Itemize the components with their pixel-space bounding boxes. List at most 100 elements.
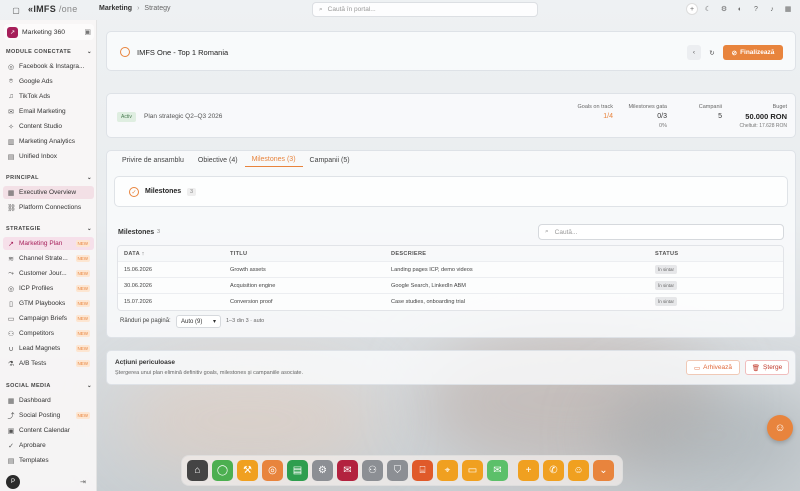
target-icon: [120, 47, 130, 57]
table-row[interactable]: 15.06.2026 Growth assets Landing pages I…: [118, 262, 783, 278]
milestones-pct: 0%: [659, 123, 667, 129]
workspace-icon: ↗: [7, 26, 18, 38]
users-icon[interactable]: ⚇: [362, 460, 383, 481]
sidebar-item-facebook[interactable]: ◎ Facebook & Instagra...: [3, 60, 94, 73]
pagination-range: 1–3 din 3 · auto: [226, 318, 265, 324]
budget-label: Buget: [772, 104, 787, 110]
section-title-strategie: STRATEGIE ⌄: [6, 226, 92, 232]
sidebar-item-content-calendar[interactable]: ▣ Content Calendar: [3, 424, 94, 437]
table-row[interactable]: 30.06.2026 Acquisition engine Google Sea…: [118, 278, 783, 294]
moon-icon[interactable]: ☾: [702, 3, 714, 15]
tab-overview[interactable]: Privire de ansamblu: [115, 153, 191, 167]
sparkle-icon: ✧: [8, 123, 14, 131]
sidebar-item-dashboard[interactable]: ▦ Dashboard: [3, 394, 94, 407]
delete-button[interactable]: 🗑 Șterge: [745, 360, 789, 375]
hammer-icon[interactable]: ⚒: [237, 460, 258, 481]
budget-spent: Cheltuit: 17.628 RON: [739, 123, 787, 129]
column-title[interactable]: TITLU: [230, 251, 391, 257]
check-circle-icon: ⊘: [731, 49, 738, 57]
logout-icon[interactable]: ⇥: [80, 478, 86, 486]
section-title-social: SOCIAL MEDIA ⌄: [6, 383, 92, 389]
search-placeholder: Caută în portal...: [327, 6, 376, 13]
clipboard-icon[interactable]: ▤: [287, 460, 308, 481]
sidebar-item-campaign-briefs[interactable]: ▭ Campaign Briefs NEW: [3, 312, 94, 325]
phone-icon[interactable]: ✆: [543, 460, 564, 481]
sidebar-item-email[interactable]: ✉ Email Marketing: [3, 105, 94, 118]
search-icon: ⌕: [545, 228, 549, 235]
sidebar-item-icp-profiles[interactable]: ◎ ICP Profiles NEW: [3, 282, 94, 295]
column-description[interactable]: DESCRIERE: [391, 251, 655, 257]
sidebar-item-competitors[interactable]: ⚇ Competitors NEW: [3, 327, 94, 340]
home-icon[interactable]: ⌂: [187, 460, 208, 481]
sidebar-item-google-ads[interactable]: ⌾ Google Ads: [3, 75, 94, 88]
chevron-down-icon[interactable]: ⌄: [593, 460, 614, 481]
global-search-input[interactable]: ⌕ Caută în portal...: [312, 2, 538, 17]
section-title-connected: MODULE CONECTATE ⌄: [6, 49, 92, 55]
add-icon[interactable]: +: [518, 460, 539, 481]
sidebar-item-executive-overview[interactable]: ▦ Executive Overview: [3, 186, 94, 199]
bell-icon[interactable]: ♪: [766, 3, 778, 15]
back-button[interactable]: ‹: [687, 45, 701, 60]
sidebar-item-analytics[interactable]: ▥ Marketing Analytics: [3, 135, 94, 148]
row-description: Case studies, onboarding trial: [391, 299, 466, 305]
plus-icon[interactable]: +: [686, 3, 698, 15]
target-icon[interactable]: ◎: [262, 460, 283, 481]
envelope-icon[interactable]: ✉: [487, 460, 508, 481]
sidebar-item-gtm-playbooks[interactable]: ▯ GTM Playbooks NEW: [3, 297, 94, 310]
chat-icon[interactable]: ◯: [212, 460, 233, 481]
shield-icon[interactable]: ⛉: [387, 460, 408, 481]
rows-per-page-select[interactable]: Auto (9) ▾: [176, 315, 221, 328]
table-search-input[interactable]: ⌕ Caută...: [538, 224, 784, 240]
milestones-table: DATA ↑ TITLU DESCRIERE STATUS 15.06.2026…: [117, 245, 784, 311]
row-date: 15.06.2026: [124, 266, 152, 273]
avatar[interactable]: P: [6, 475, 20, 489]
new-badge: NEW: [75, 270, 90, 277]
layout-icon[interactable]: ▣: [84, 28, 91, 36]
help-icon[interactable]: ?: [750, 3, 762, 15]
sidebar-item-marketing-plan[interactable]: ↗ Marketing Plan NEW: [3, 237, 94, 250]
breadcrumb-root[interactable]: Marketing: [99, 5, 132, 12]
goals-value: 1/4: [603, 113, 613, 120]
campaigns-label: Campanii: [698, 104, 722, 110]
archive-button[interactable]: ▭ Arhivează: [686, 360, 740, 375]
finalize-button[interactable]: ⊘ Finalizează: [723, 45, 783, 60]
palette-icon[interactable]: ◐: [734, 3, 746, 15]
tag-icon[interactable]: ⌖: [437, 460, 458, 481]
assistant-bot-button[interactable]: ☺: [767, 415, 793, 441]
sidebar-item-channel-strategy[interactable]: ≋ Channel Strate... NEW: [3, 252, 94, 265]
gear-icon[interactable]: ⚙: [312, 460, 333, 481]
sidebar-item-tiktok[interactable]: ♫ TikTok Ads: [3, 90, 94, 103]
folder-icon[interactable]: ▭: [462, 460, 483, 481]
sidebar-item-lead-magnets[interactable]: ∪ Lead Magnets NEW: [3, 342, 94, 355]
workspace-switcher[interactable]: ↗ Marketing 360 ▣: [4, 24, 94, 40]
robot-icon[interactable]: ☺: [568, 460, 589, 481]
tab-objectives[interactable]: Obiective (4): [191, 153, 245, 167]
trash-icon: 🗑: [751, 364, 761, 372]
plan-header-card: IMFS One - Top 1 Romania ‹ ↻ ⊘ Finalizea…: [106, 31, 796, 71]
sidebar-item-aprobare[interactable]: ✓ Aprobare: [3, 439, 94, 452]
bank-icon[interactable]: ⌸: [412, 460, 433, 481]
plan-summary-card: Activ Plan strategic Q2–Q3 2026 Goals on…: [106, 93, 796, 138]
sidebar-item-social-posting[interactable]: ⤴ Social Posting NEW: [3, 409, 94, 422]
grid-icon[interactable]: ▦: [782, 3, 794, 15]
refresh-button[interactable]: ↻: [705, 45, 719, 60]
sidebar-item-platform-connections[interactable]: ⛓ Platform Connections: [3, 201, 94, 214]
new-badge: NEW: [75, 240, 90, 247]
tab-campaigns[interactable]: Campanii (5): [303, 153, 357, 167]
sidebar-item-ab-tests[interactable]: ⚗ A/B Tests NEW: [3, 357, 94, 370]
sidebar-item-templates[interactable]: ▤ Templates: [3, 454, 94, 467]
sidebar-item-content-studio[interactable]: ✧ Content Studio: [3, 120, 94, 133]
tab-bar: Privire de ansamblu Obiective (4) Milest…: [115, 153, 357, 167]
sidebar-toggle-icon[interactable]: ▢: [11, 5, 21, 15]
gear-icon[interactable]: ⚙: [718, 3, 730, 15]
sidebar-item-customer-journey[interactable]: ⤳ Customer Jour... NEW: [3, 267, 94, 280]
sidebar-item-inbox[interactable]: ▤ Unified Inbox: [3, 150, 94, 163]
table-row[interactable]: 15.07.2026 Conversion proof Case studies…: [118, 294, 783, 310]
row-title: Growth assets: [230, 266, 266, 273]
tab-milestones[interactable]: Milestones (3): [244, 153, 303, 167]
mail-icon[interactable]: ✉: [337, 460, 358, 481]
chevron-down-icon: ▾: [212, 319, 216, 325]
google-icon: ⌾: [8, 77, 14, 85]
column-date[interactable]: DATA ↑: [118, 251, 230, 257]
column-status[interactable]: STATUS: [655, 251, 783, 257]
